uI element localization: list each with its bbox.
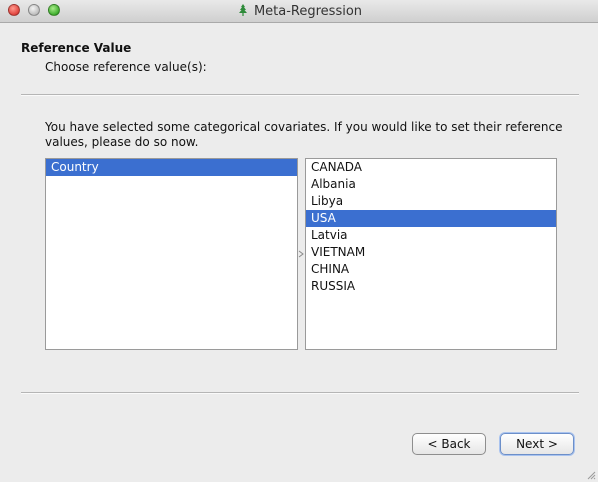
- resize-grip-icon[interactable]: [586, 470, 596, 480]
- back-button[interactable]: < Back: [412, 433, 486, 455]
- page-title: Reference Value: [21, 41, 132, 55]
- meta-regression-window: Meta-Regression Reference Value Choose r…: [0, 0, 598, 482]
- splitter-handle-icon[interactable]: [298, 250, 304, 258]
- instructions-text: You have selected some categorical covar…: [45, 120, 563, 149]
- top-divider: [21, 94, 579, 96]
- tree-icon: [238, 4, 247, 16]
- list-item-country[interactable]: Country: [46, 159, 297, 176]
- list-item-vietnam[interactable]: VIETNAM: [306, 244, 556, 261]
- reference-values-list[interactable]: CANADA Albania Libya USA Latvia VIETNAM …: [305, 158, 557, 350]
- list-item-russia[interactable]: RUSSIA: [306, 278, 556, 295]
- list-item-latvia[interactable]: Latvia: [306, 227, 556, 244]
- window-title-group: Meta-Regression: [0, 3, 598, 19]
- list-item-usa[interactable]: USA: [306, 210, 556, 227]
- next-button[interactable]: Next >: [500, 433, 574, 455]
- title-bar[interactable]: Meta-Regression: [0, 0, 598, 23]
- window-title: Meta-Regression: [253, 4, 363, 19]
- list-item-china[interactable]: CHINA: [306, 261, 556, 278]
- bottom-divider: [21, 392, 579, 394]
- list-item-libya[interactable]: Libya: [306, 193, 556, 210]
- page-subtitle: Choose reference value(s):: [45, 60, 207, 74]
- list-item-canada[interactable]: CANADA: [306, 159, 556, 176]
- covariates-list[interactable]: Country: [45, 158, 298, 350]
- list-item-albania[interactable]: Albania: [306, 176, 556, 193]
